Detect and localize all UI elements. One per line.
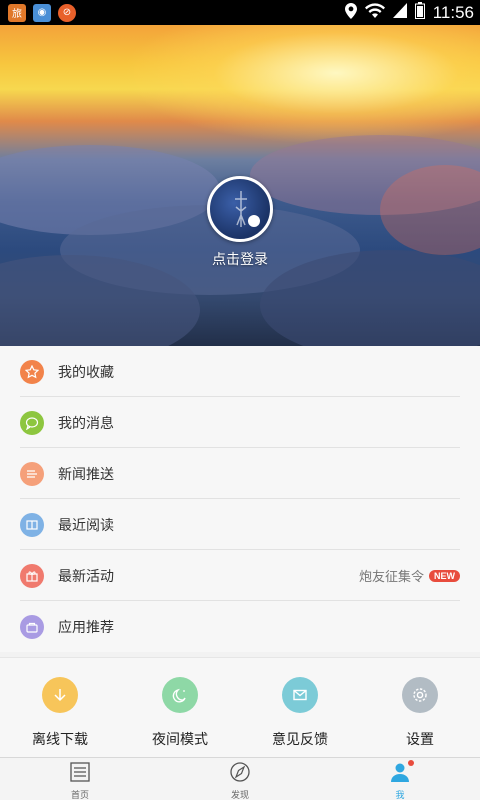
clock: 11:56	[432, 2, 474, 22]
feedback-button[interactable]: 意见反馈	[240, 658, 360, 757]
tab-discover[interactable]: 发现	[160, 758, 320, 800]
event-promo: 炮友征集令 NEW	[359, 566, 460, 585]
settings-button[interactable]: 设置	[360, 658, 480, 757]
browser-app-icon: ◉	[33, 3, 51, 22]
tab-label: 发现	[230, 791, 249, 800]
wifi-icon	[364, 3, 385, 22]
quick-action-label: 设置	[406, 732, 434, 748]
star-icon	[20, 359, 44, 384]
download-icon	[42, 677, 78, 713]
new-badge: NEW	[429, 569, 460, 582]
signal-icon	[392, 3, 407, 22]
person-icon	[389, 762, 411, 786]
night-mode-button[interactable]: 夜间模式	[120, 658, 240, 757]
menu-item-label: 我的消息	[58, 415, 114, 432]
menu-item-news-push[interactable]: 新闻推送	[0, 448, 480, 499]
bottom-tab-bar: 首页 发现 我	[0, 757, 480, 800]
quick-action-label: 意见反馈	[272, 732, 328, 748]
push-icon	[20, 461, 44, 486]
menu-item-latest-events[interactable]: 最新活动 炮友征集令 NEW	[0, 550, 480, 601]
quick-action-label: 离线下载	[32, 732, 88, 748]
message-icon	[20, 410, 44, 435]
menu-item-label: 最新活动	[58, 568, 114, 585]
compass-icon	[229, 762, 251, 786]
status-bar: 旅 ◉ ⊘ 11:56	[0, 0, 480, 25]
mail-icon	[282, 677, 318, 713]
tab-label: 首页	[70, 791, 89, 800]
menu-item-label: 我的收藏	[58, 364, 114, 381]
offline-download-button[interactable]: 离线下载	[0, 658, 120, 757]
tab-label: 我	[395, 791, 405, 800]
event-promo-text: 炮友征集令	[358, 570, 424, 585]
login-link[interactable]: 点击登录	[0, 249, 480, 269]
menu-item-recent-reading[interactable]: 最近阅读	[0, 499, 480, 550]
notification-dot	[408, 760, 414, 766]
avatar-dot	[248, 215, 260, 227]
menu-item-label: 最近阅读	[58, 517, 114, 534]
gift-icon	[20, 563, 44, 588]
profile-header: 点击登录	[0, 25, 480, 346]
bag-icon	[20, 614, 44, 639]
gear-icon	[402, 677, 438, 713]
home-news-icon	[69, 762, 91, 786]
menu-item-favorites[interactable]: 我的收藏	[0, 346, 480, 397]
moon-icon	[162, 677, 198, 713]
avatar[interactable]	[207, 176, 273, 242]
quick-action-label: 夜间模式	[152, 732, 208, 748]
menu-item-label: 新闻推送	[58, 466, 114, 483]
book-icon	[20, 512, 44, 537]
menu-list: 我的收藏 我的消息 新闻推送 最近阅读 最新活动 炮友征集令 NEW 应用推荐	[0, 346, 480, 652]
tab-me[interactable]: 我	[320, 758, 480, 800]
quick-actions: 离线下载 夜间模式 意见反馈 设置	[0, 657, 480, 757]
menu-item-app-recommend[interactable]: 应用推荐	[0, 601, 480, 652]
tab-home[interactable]: 首页	[0, 758, 160, 800]
location-icon	[344, 2, 357, 23]
hotel-app-icon: 旅	[8, 3, 26, 22]
battery-icon	[414, 2, 425, 23]
menu-item-messages[interactable]: 我的消息	[0, 397, 480, 448]
menu-item-label: 应用推荐	[58, 619, 114, 636]
sunset-glow	[120, 25, 480, 145]
ucweb-app-icon: ⊘	[58, 3, 76, 22]
